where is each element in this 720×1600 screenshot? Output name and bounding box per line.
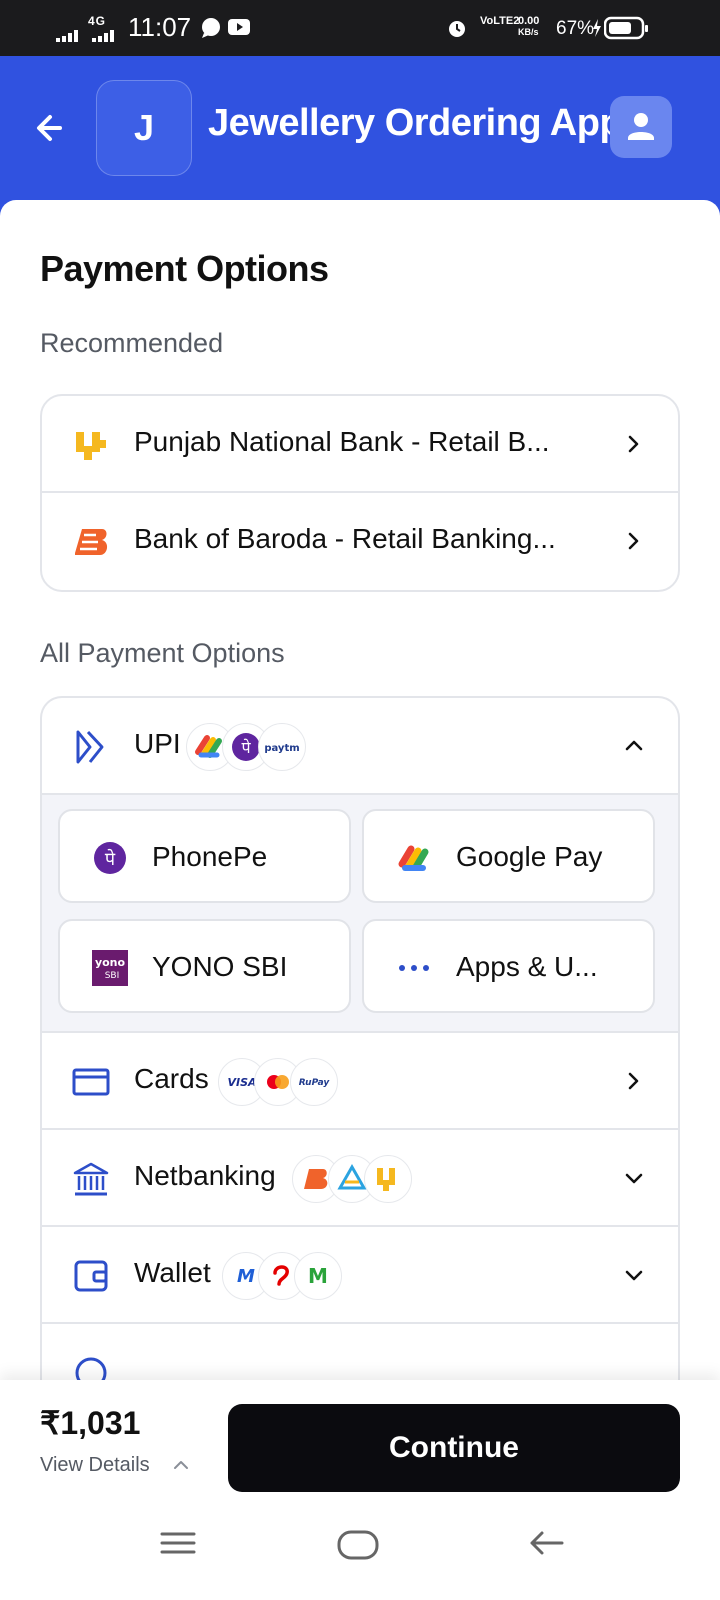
clock: 11:07 bbox=[128, 12, 192, 42]
back-nav-icon[interactable] bbox=[526, 1528, 566, 1558]
bank-icon bbox=[73, 1162, 109, 1196]
svg-text:पे: पे bbox=[241, 738, 251, 757]
upi-app-label: YONO SBI bbox=[152, 951, 288, 982]
battery-percent: 67% bbox=[556, 18, 595, 39]
page-title: Payment Options bbox=[40, 248, 329, 289]
app-header: J Jewellery Ordering App bbox=[0, 56, 720, 201]
continue-button[interactable]: Continue bbox=[228, 1404, 680, 1492]
wallet-icon bbox=[74, 1260, 108, 1292]
user-icon bbox=[628, 113, 654, 140]
upi-app-label: Apps & U... bbox=[456, 951, 598, 982]
chevron-up-icon[interactable] bbox=[172, 1456, 190, 1474]
battery-icon bbox=[604, 16, 648, 40]
status-bar: 4G 11:07 VoLTE2 0.00 KB/s 67% bbox=[0, 0, 720, 56]
chevron-right-icon bbox=[628, 1072, 639, 1090]
signal-icon-2 bbox=[92, 30, 114, 42]
net-speed: 0.00 KB/s bbox=[518, 15, 540, 38]
upi-app-phonepe[interactable]: पे PhonePe bbox=[58, 809, 351, 903]
netbanking-label: Netbanking bbox=[134, 1160, 276, 1191]
all-options-card: UPI पे paytm पे PhonePe Google Pay yono … bbox=[40, 696, 680, 1396]
svg-text:SBI: SBI bbox=[105, 971, 120, 981]
pnb-logo-icon bbox=[364, 1155, 412, 1203]
youtube-icon bbox=[228, 19, 250, 35]
svg-text:RuPay: RuPay bbox=[299, 1078, 331, 1088]
wallet-option[interactable]: Wallet M M bbox=[42, 1227, 678, 1324]
back-arrow-icon[interactable] bbox=[30, 106, 74, 150]
svg-text:VISA: VISA bbox=[227, 1076, 256, 1089]
paytm-icon: paytm bbox=[258, 723, 306, 771]
recommended-item-label: Punjab National Bank - Retail B... bbox=[134, 426, 550, 457]
google-pay-icon bbox=[398, 845, 429, 871]
chevron-down-icon bbox=[625, 1173, 643, 1184]
recommended-item-bob[interactable]: Bank of Baroda - Retail Banking... bbox=[42, 493, 678, 590]
all-options-label: All Payment Options bbox=[40, 638, 285, 668]
chevron-up-icon bbox=[625, 740, 643, 751]
upi-app-label: PhonePe bbox=[152, 841, 268, 872]
upi-app-google-pay[interactable]: Google Pay bbox=[362, 809, 655, 903]
wallet-label: Wallet bbox=[134, 1257, 211, 1288]
recommended-item-label: Bank of Baroda - Retail Banking... bbox=[134, 523, 556, 554]
chevron-right-icon bbox=[628, 435, 639, 453]
svg-text:M: M bbox=[237, 1266, 255, 1287]
charging-bolt-icon bbox=[593, 19, 601, 37]
app-logo: J bbox=[96, 80, 192, 176]
total-amount: ₹1,031 bbox=[40, 1405, 141, 1441]
svg-text:M: M bbox=[308, 1264, 328, 1288]
yono-sbi-icon: yono SBI bbox=[92, 950, 128, 986]
upi-app-yono-sbi[interactable]: yono SBI YONO SBI bbox=[58, 919, 351, 1013]
svg-text:yono: yono bbox=[95, 956, 126, 969]
upi-app-label: Google Pay bbox=[456, 841, 603, 872]
cards-label: Cards bbox=[134, 1063, 209, 1094]
chat-bubble-icon bbox=[202, 18, 220, 38]
svg-text:paytm: paytm bbox=[264, 743, 299, 754]
upi-icon bbox=[76, 730, 104, 764]
network-type: 4G bbox=[88, 14, 107, 28]
cards-option[interactable]: Cards VISA RuPay bbox=[42, 1033, 678, 1130]
profile-button[interactable] bbox=[610, 96, 672, 158]
upi-app-more[interactable]: Apps & U... bbox=[362, 919, 655, 1013]
upi-apps-grid: पे PhonePe Google Pay yono SBI YONO SBI A… bbox=[42, 795, 678, 1033]
system-nav-bar bbox=[0, 1500, 720, 1600]
recommended-card: Punjab National Bank - Retail B... Bank … bbox=[40, 394, 680, 592]
bob-logo-icon bbox=[75, 529, 108, 555]
volte-indicator: VoLTE2 bbox=[480, 15, 520, 27]
chevron-right-icon bbox=[628, 532, 639, 550]
signal-icon bbox=[56, 30, 78, 42]
svg-text:पे: पे bbox=[105, 848, 116, 870]
upi-label: UPI bbox=[134, 728, 181, 759]
pnb-logo-icon bbox=[76, 432, 106, 460]
menu-icon[interactable] bbox=[158, 1528, 198, 1558]
home-icon[interactable] bbox=[336, 1528, 380, 1562]
app-title: Jewellery Ordering App bbox=[208, 102, 623, 144]
phonepe-icon: पे bbox=[94, 842, 126, 874]
more-dots-icon bbox=[399, 965, 429, 971]
alarm-icon bbox=[449, 21, 465, 37]
m-wallet-icon: M bbox=[294, 1252, 342, 1300]
checkout-bar: ₹1,031 View Details Continue bbox=[0, 1380, 720, 1500]
recommended-item-pnb[interactable]: Punjab National Bank - Retail B... bbox=[42, 396, 678, 493]
credit-card-icon bbox=[72, 1068, 110, 1096]
netbanking-option[interactable]: Netbanking bbox=[42, 1130, 678, 1227]
rupay-icon: RuPay bbox=[290, 1058, 338, 1106]
view-details-link[interactable]: View Details bbox=[40, 1454, 150, 1477]
upi-option[interactable]: UPI पे paytm bbox=[42, 698, 678, 795]
chevron-down-icon bbox=[625, 1270, 643, 1281]
recommended-label: Recommended bbox=[40, 328, 224, 358]
